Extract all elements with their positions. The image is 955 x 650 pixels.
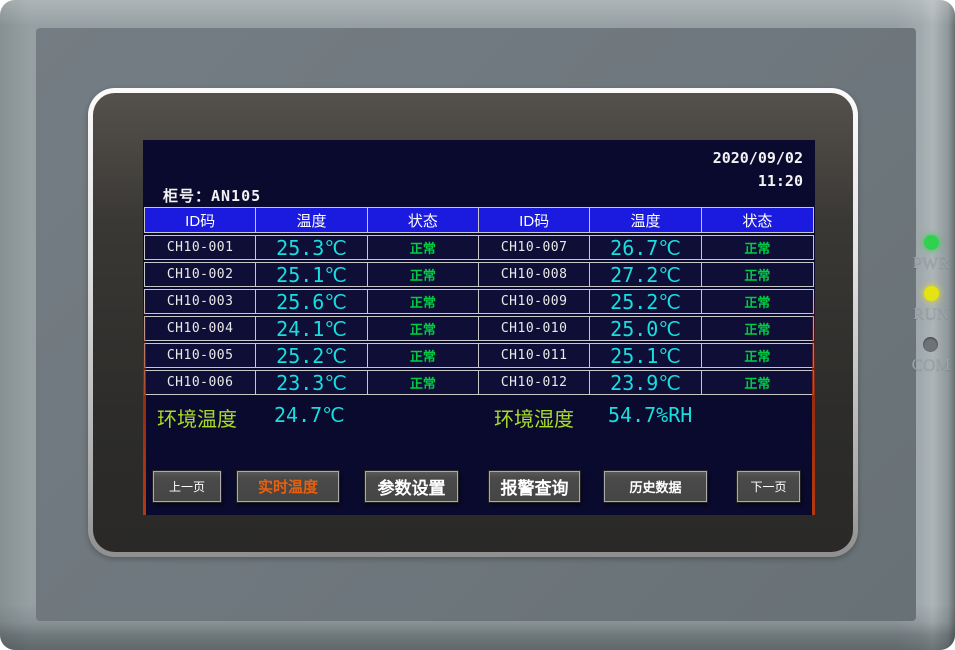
nav-button-prev-page[interactable]: 上一页 <box>153 471 221 502</box>
time-text: 11:20 <box>713 170 803 193</box>
pwr-led-label: PWR <box>913 253 950 273</box>
ambient-temp-value: 24.7℃ <box>274 403 345 427</box>
screen-bezel: 2020/09/02 11:20 柜号：AN105 ID码 温度 状态 ID码 … <box>88 88 858 557</box>
lcd-edge-glow-left <box>143 290 146 515</box>
indicator-run: RUN <box>913 286 949 324</box>
nav-button-bar: 上一页 实时温度 参数设置 报警查询 历史数据 下一页 <box>143 471 815 502</box>
lcd-edge-glow-right <box>812 290 815 515</box>
table-header-row: ID码 温度 状态 ID码 温度 状态 <box>144 207 814 233</box>
channel-id: CH10-007 <box>479 236 590 259</box>
channel-id: CH10-004 <box>145 317 256 340</box>
front-panel: 2020/09/02 11:20 柜号：AN105 ID码 温度 状态 ID码 … <box>36 28 916 621</box>
channel-status: 正常 <box>368 263 479 286</box>
nav-button-next-page[interactable]: 下一页 <box>737 471 800 502</box>
ambient-humidity-label: 环境湿度 <box>494 403 574 432</box>
col-header-status-a: 状态 <box>368 208 479 232</box>
date-text: 2020/09/02 <box>713 147 803 170</box>
channel-temp: 23.9℃ <box>590 371 701 394</box>
hmi-device-frame: 2020/09/02 11:20 柜号：AN105 ID码 温度 状态 ID码 … <box>0 0 955 650</box>
channel-temp: 25.2℃ <box>590 290 701 313</box>
channel-id: CH10-008 <box>479 263 590 286</box>
channel-id: CH10-012 <box>479 371 590 394</box>
channel-status: 正常 <box>702 344 813 367</box>
channel-temp: 25.1℃ <box>256 263 367 286</box>
nav-button-alarm-query[interactable]: 报警查询 <box>489 471 580 502</box>
nav-button-param-settings[interactable]: 参数设置 <box>365 471 458 502</box>
table-row: CH10-001 25.3℃ 正常 CH10-007 26.7℃ 正常 <box>144 235 814 260</box>
table-row: CH10-005 25.2℃ 正常 CH10-011 25.1℃ 正常 <box>144 343 814 368</box>
channel-status: 正常 <box>702 263 813 286</box>
channel-status: 正常 <box>368 371 479 394</box>
screen-bezel-inner: 2020/09/02 11:20 柜号：AN105 ID码 温度 状态 ID码 … <box>93 93 853 552</box>
nav-button-realtime-temp[interactable]: 实时温度 <box>237 471 339 502</box>
channel-temp: 25.0℃ <box>590 317 701 340</box>
com-led-label: COM <box>912 355 951 375</box>
col-header-temp-a: 温度 <box>256 208 367 232</box>
channel-status: 正常 <box>702 371 813 394</box>
table-row: CH10-004 24.1℃ 正常 CH10-010 25.0℃ 正常 <box>144 316 814 341</box>
indicator-com: COM <box>912 337 951 375</box>
table-row: CH10-002 25.1℃ 正常 CH10-008 27.2℃ 正常 <box>144 262 814 287</box>
channel-status: 正常 <box>368 290 479 313</box>
channel-temp: 24.1℃ <box>256 317 367 340</box>
channel-id: CH10-002 <box>145 263 256 286</box>
channel-id: CH10-001 <box>145 236 256 259</box>
ambient-readouts: 环境温度 24.7℃ 环境湿度 54.7%RH <box>143 403 815 431</box>
table-row: CH10-003 25.6℃ 正常 CH10-009 25.2℃ 正常 <box>144 289 814 314</box>
channel-status: 正常 <box>368 236 479 259</box>
ambient-humidity-value: 54.7%RH <box>608 403 692 427</box>
channel-id: CH10-003 <box>145 290 256 313</box>
channel-id: CH10-010 <box>479 317 590 340</box>
channel-table: ID码 温度 状态 ID码 温度 状态 CH10-001 25.3℃ 正常 CH… <box>144 207 814 395</box>
run-led-icon <box>924 286 939 301</box>
ambient-temp-label: 环境温度 <box>157 403 237 432</box>
cabinet-id-label: 柜号：AN105 <box>163 185 261 206</box>
nav-button-history-data[interactable]: 历史数据 <box>604 471 707 502</box>
channel-id: CH10-005 <box>145 344 256 367</box>
datetime-display: 2020/09/02 11:20 <box>713 147 803 193</box>
channel-temp: 27.2℃ <box>590 263 701 286</box>
col-header-id-b: ID码 <box>479 208 590 232</box>
channel-temp: 25.3℃ <box>256 236 367 259</box>
channel-status: 正常 <box>368 344 479 367</box>
channel-temp: 25.1℃ <box>590 344 701 367</box>
pwr-led-icon <box>924 235 939 250</box>
com-led-icon <box>923 337 938 352</box>
col-header-id-a: ID码 <box>145 208 256 232</box>
channel-id: CH10-009 <box>479 290 590 313</box>
channel-temp: 23.3℃ <box>256 371 367 394</box>
lcd-touchscreen[interactable]: 2020/09/02 11:20 柜号：AN105 ID码 温度 状态 ID码 … <box>143 140 815 515</box>
status-led-column: PWR RUN COM <box>902 235 955 388</box>
channel-id: CH10-011 <box>479 344 590 367</box>
channel-status: 正常 <box>702 236 813 259</box>
col-header-status-b: 状态 <box>702 208 813 232</box>
channel-temp: 25.2℃ <box>256 344 367 367</box>
channel-id: CH10-006 <box>145 371 256 394</box>
channel-status: 正常 <box>702 317 813 340</box>
run-led-label: RUN <box>913 304 949 324</box>
table-row: CH10-006 23.3℃ 正常 CH10-012 23.9℃ 正常 <box>144 370 814 395</box>
channel-status: 正常 <box>368 317 479 340</box>
col-header-temp-b: 温度 <box>590 208 701 232</box>
indicator-pwr: PWR <box>913 235 950 273</box>
channel-temp: 26.7℃ <box>590 236 701 259</box>
channel-status: 正常 <box>702 290 813 313</box>
channel-temp: 25.6℃ <box>256 290 367 313</box>
